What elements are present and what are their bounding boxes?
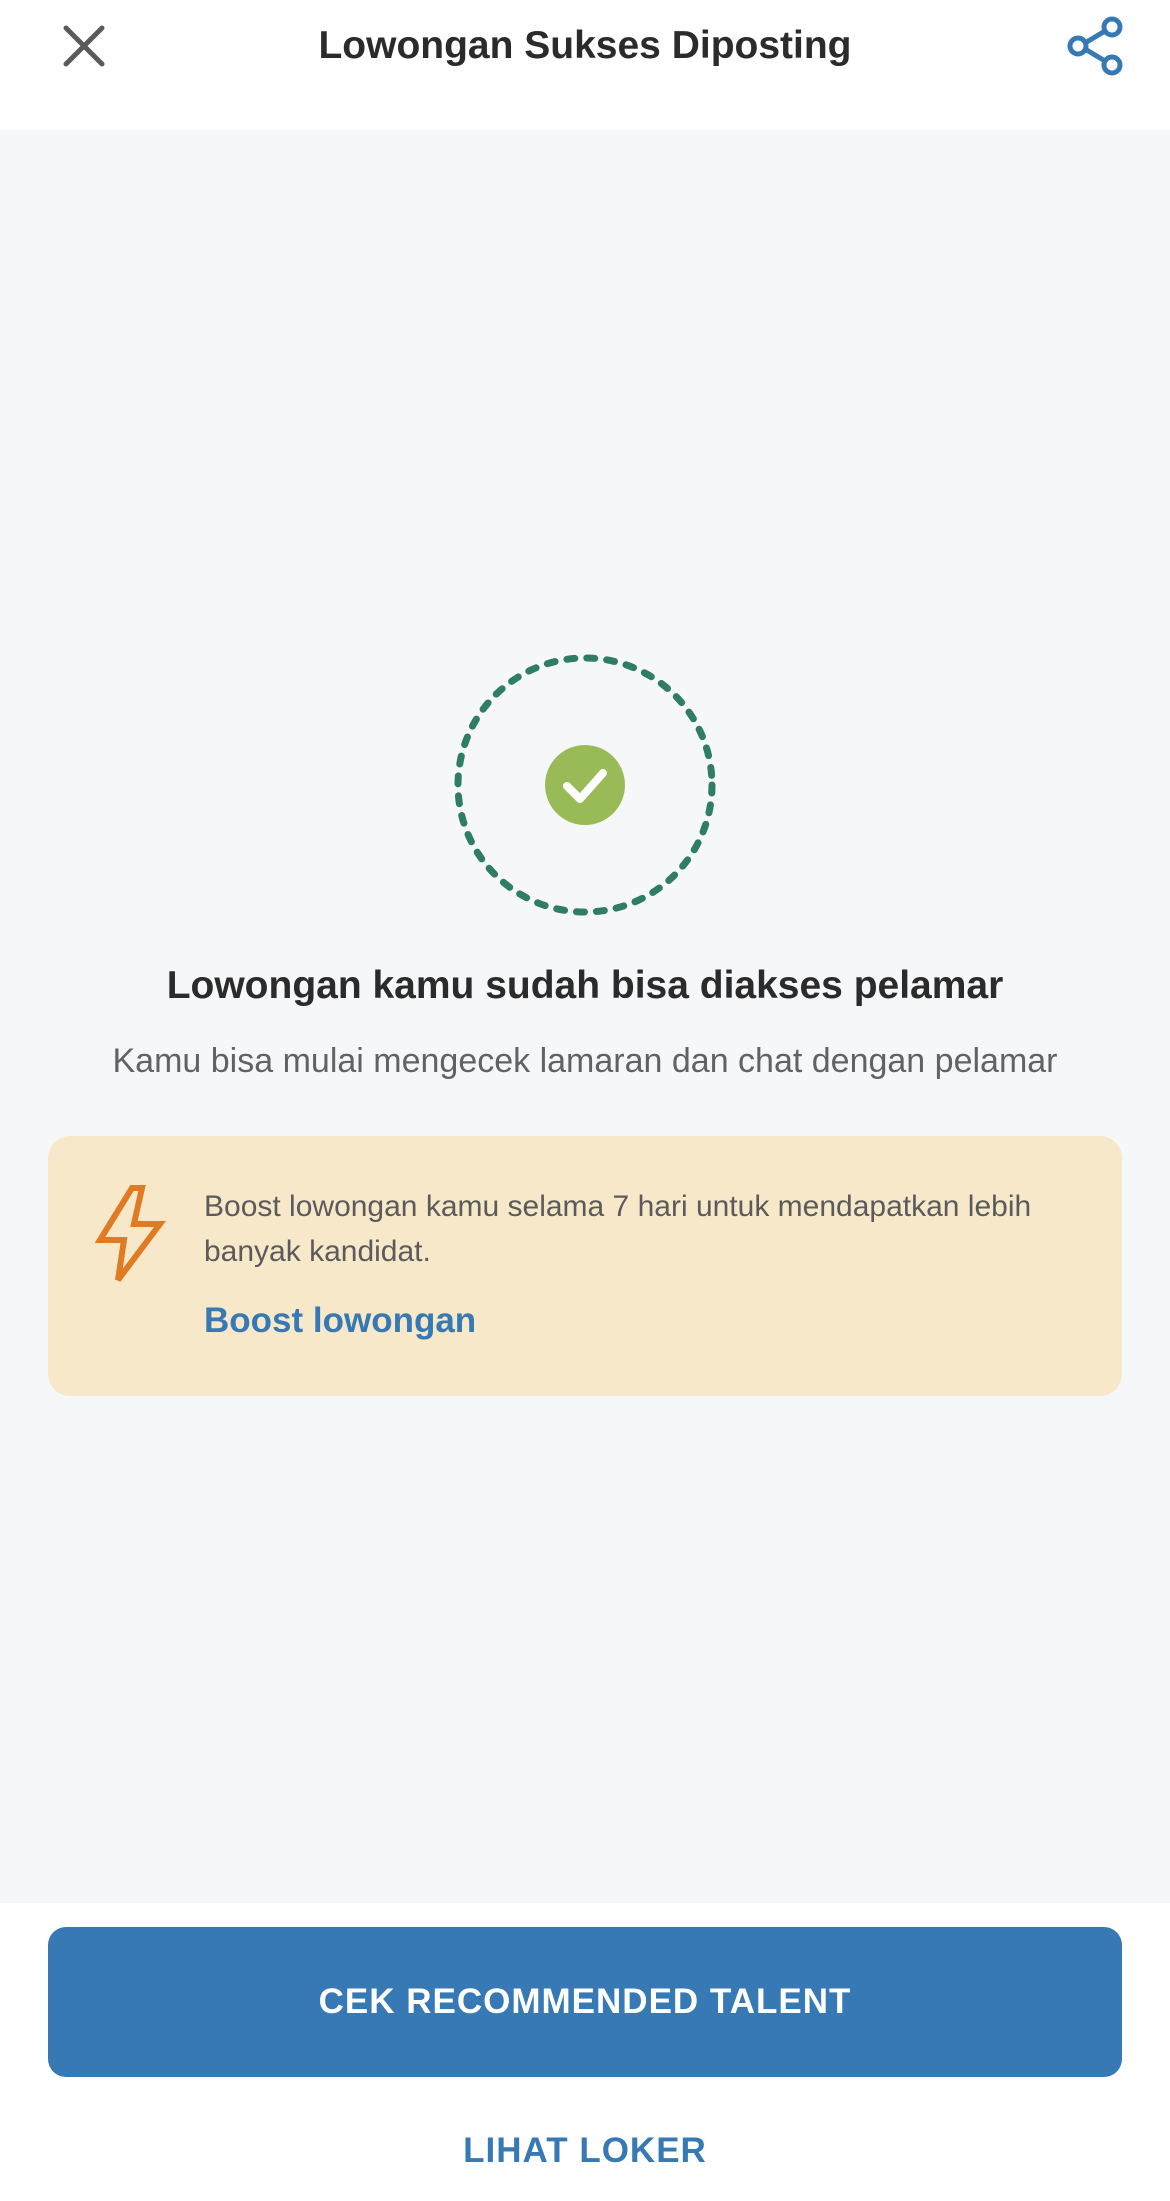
share-icon: [1067, 16, 1123, 76]
success-graphic: [453, 653, 717, 917]
boost-card: Boost lowongan kamu selama 7 hari untuk …: [48, 1136, 1122, 1396]
success-subline: Kamu bisa mulai mengecek lamaran dan cha…: [112, 1042, 1058, 1080]
app-header: Lowongan Sukses Diposting: [0, 0, 1170, 130]
lightning-icon: [94, 1184, 166, 1284]
footer: CEK RECOMMENDED TALENT LIHAT LOKER: [0, 1903, 1170, 2201]
boost-link[interactable]: Boost lowongan: [204, 1296, 476, 1346]
recommended-talent-button[interactable]: CEK RECOMMENDED TALENT: [48, 1927, 1122, 2077]
view-jobs-button[interactable]: LIHAT LOKER: [0, 2121, 1170, 2181]
boost-description: Boost lowongan kamu selama 7 hari untuk …: [204, 1190, 1032, 1268]
check-icon: [545, 745, 625, 825]
page-title: Lowongan Sukses Diposting: [318, 24, 852, 67]
success-headline: Lowongan kamu sudah bisa diakses pelamar: [166, 964, 1004, 1007]
share-button[interactable]: [1064, 14, 1128, 78]
